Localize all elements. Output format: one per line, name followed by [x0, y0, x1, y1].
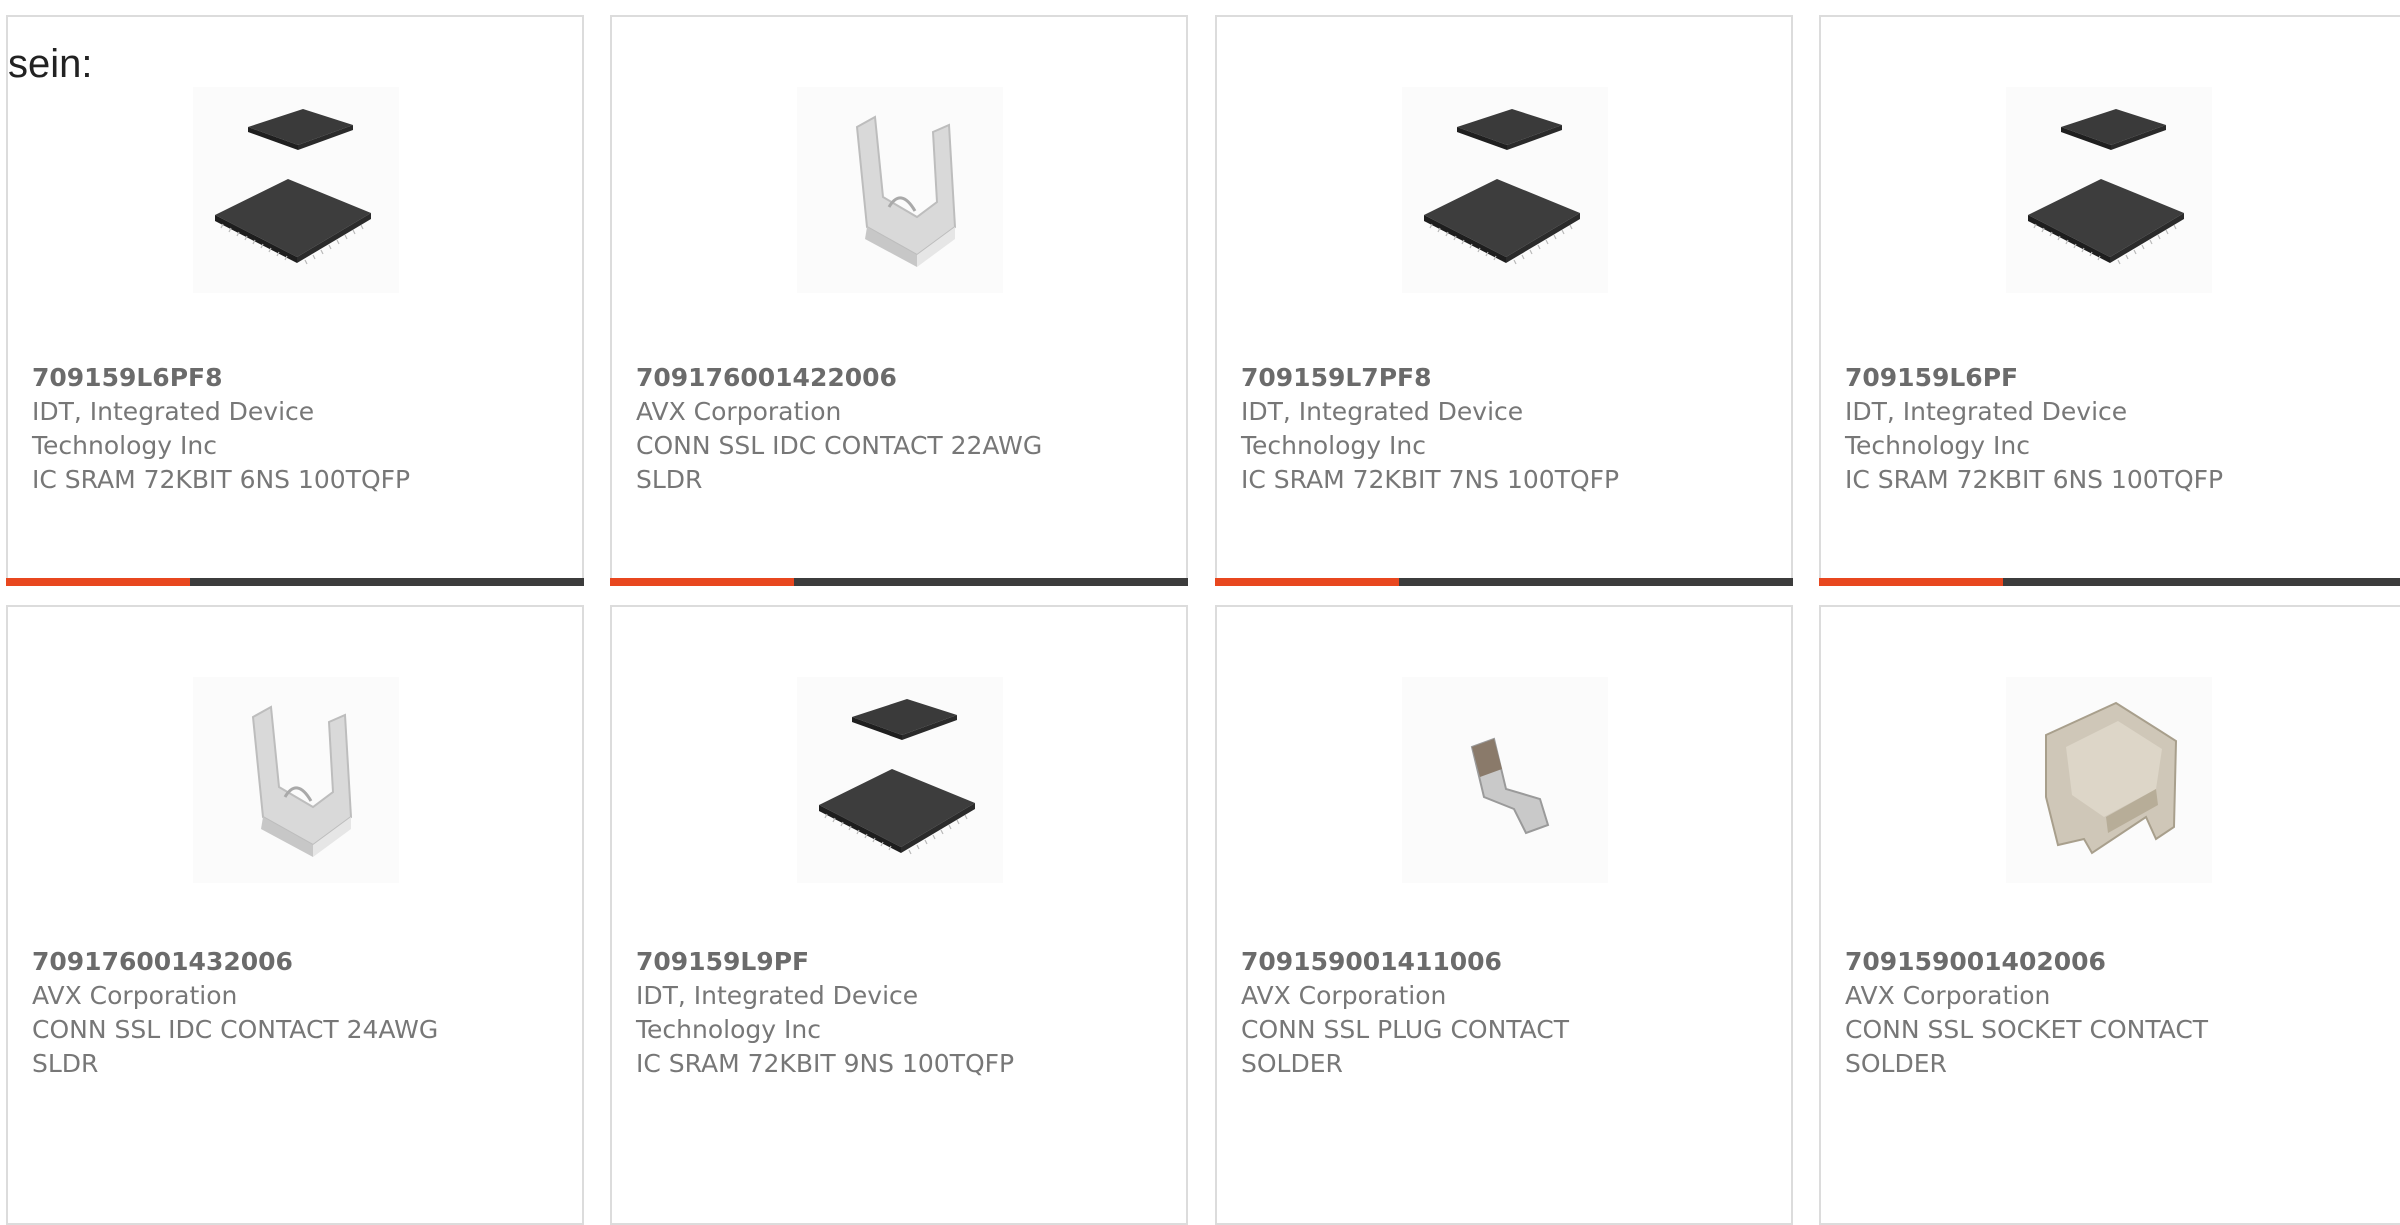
manufacturer: IDT, Integrated Device [32, 397, 315, 426]
product-image[interactable] [2006, 677, 2212, 883]
socket-contact-icon [2045, 702, 2177, 854]
product-image[interactable] [797, 87, 1003, 293]
product-image[interactable] [2006, 87, 2212, 293]
card-bar-accent [6, 578, 190, 586]
product-card[interactable]: 709176001422006 AVX Corporation CONN SSL… [610, 15, 1188, 586]
manufacturer: AVX Corporation [1845, 981, 2051, 1010]
description: SOLDER [1241, 1049, 1343, 1078]
description: IC SRAM 72KBIT 7NS 100TQFP [1241, 465, 1620, 494]
product-card[interactable]: 709159L7PF8 IDT, Integrated Device Techn… [1215, 15, 1793, 586]
description: SOLDER [1845, 1049, 1947, 1078]
description: SLDR [32, 1049, 99, 1078]
idc-contact-icon [251, 705, 353, 859]
card-bar [1215, 578, 1793, 586]
tqfp-chip-icon [214, 108, 372, 265]
part-number[interactable]: 709159L6PF8 [32, 361, 552, 395]
description: IC SRAM 72KBIT 6NS 100TQFP [32, 465, 411, 494]
plug-contact-icon [1471, 738, 1549, 834]
manufacturer: IDT, Integrated Device [1241, 397, 1524, 426]
manufacturer: Technology Inc [636, 1015, 821, 1044]
manufacturer: Technology Inc [1845, 431, 2030, 460]
product-image[interactable] [193, 87, 399, 293]
part-number[interactable]: 709159001411006 [1241, 945, 1761, 979]
description: SLDR [636, 465, 703, 494]
manufacturer: AVX Corporation [32, 981, 238, 1010]
tqfp-chip-icon [2027, 108, 2185, 265]
part-number[interactable]: 709159L9PF [636, 945, 1156, 979]
part-number[interactable]: 709159L7PF8 [1241, 361, 1761, 395]
manufacturer: IDT, Integrated Device [1845, 397, 2128, 426]
description: IC SRAM 72KBIT 6NS 100TQFP [1845, 465, 2224, 494]
product-image[interactable] [193, 677, 399, 883]
product-card[interactable]: 709159L6PF IDT, Integrated Device Techno… [1819, 15, 2400, 586]
description: CONN SSL PLUG CONTACT [1241, 1015, 1570, 1044]
tqfp-chip-icon [1423, 108, 1581, 265]
card-bar [6, 578, 584, 586]
product-card[interactable]: 709176001432006 AVX Corporation CONN SSL… [6, 605, 584, 1225]
part-number[interactable]: 709176001432006 [32, 945, 552, 979]
product-card[interactable]: 709159001402006 AVX Corporation CONN SSL… [1819, 605, 2400, 1225]
intro-text: sein: [8, 42, 93, 86]
product-image[interactable] [797, 677, 1003, 883]
product-image[interactable] [1402, 87, 1608, 293]
idc-contact-icon [855, 115, 957, 269]
card-bar [610, 578, 1188, 586]
card-bar-accent [1819, 578, 2003, 586]
manufacturer: AVX Corporation [1241, 981, 1447, 1010]
card-bar [1819, 578, 2400, 586]
product-image[interactable] [1402, 677, 1608, 883]
part-number[interactable]: 709176001422006 [636, 361, 1156, 395]
description: IC SRAM 72KBIT 9NS 100TQFP [636, 1049, 1015, 1078]
manufacturer: IDT, Integrated Device [636, 981, 919, 1010]
card-bar-accent [1215, 578, 1399, 586]
manufacturer: Technology Inc [1241, 431, 1426, 460]
description: CONN SSL IDC CONTACT 22AWG [636, 431, 1043, 460]
description: CONN SSL IDC CONTACT 24AWG [32, 1015, 439, 1044]
part-number[interactable]: 709159L6PF [1845, 361, 2365, 395]
product-card[interactable]: 709159L9PF IDT, Integrated Device Techno… [610, 605, 1188, 1225]
manufacturer: Technology Inc [32, 431, 217, 460]
description: CONN SSL SOCKET CONTACT [1845, 1015, 2209, 1044]
product-card[interactable]: 709159001411006 AVX Corporation CONN SSL… [1215, 605, 1793, 1225]
manufacturer: AVX Corporation [636, 397, 842, 426]
tqfp-chip-icon [818, 698, 976, 855]
part-number[interactable]: 709159001402006 [1845, 945, 2365, 979]
card-bar-accent [610, 578, 794, 586]
product-card[interactable]: 709159L6PF8 IDT, Integrated Device Techn… [6, 15, 584, 586]
